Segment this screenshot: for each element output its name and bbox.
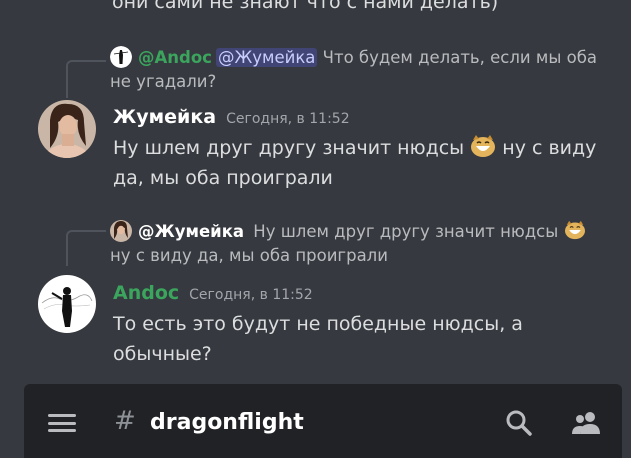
- reply-preview[interactable]: @Жумейка Ну шлем друг другу значит нюдсы…: [110, 220, 600, 268]
- reply-spine: [66, 230, 106, 266]
- laughing-doge-emoji-icon[interactable]: [470, 134, 496, 158]
- message-author[interactable]: Жумейка: [113, 106, 216, 128]
- message-text: То есть это будут не победные нюдсы, а о…: [113, 313, 523, 365]
- avatar[interactable]: [38, 275, 96, 333]
- message-content: То есть это будут не победные нюдсы, а о…: [113, 309, 623, 369]
- channel-hash-icon: #: [114, 406, 136, 436]
- message-text: да, мы оба проиграли: [113, 167, 333, 189]
- message-text: ну с виду: [502, 137, 597, 159]
- message-content: Ну шлем друг другу значит нюдсы ну с вид…: [113, 133, 613, 193]
- message-text: Ну шлем друг другу значит нюдсы: [113, 137, 465, 159]
- reply-text: ну: [110, 246, 131, 265]
- reply-author[interactable]: @Жумейка: [138, 222, 244, 241]
- channel-header: # dragonflight: [24, 384, 622, 458]
- reply-text: Ну шлем друг другу значит нюдсы: [253, 222, 559, 241]
- laughing-doge-emoji-icon: [564, 220, 586, 240]
- reply-author[interactable]: @Andoc: [138, 48, 212, 67]
- reply-spine: [66, 60, 106, 98]
- channel-name[interactable]: dragonflight: [150, 410, 304, 435]
- message-author[interactable]: Andoc: [113, 282, 179, 304]
- message-timestamp: Сегодня, в 11:52: [189, 287, 313, 303]
- reply-avatar: [110, 220, 132, 242]
- previous-message-text: они сами не знают что с нами делать): [112, 0, 499, 13]
- message-timestamp: Сегодня, в 11:52: [226, 111, 350, 127]
- search-icon[interactable]: [504, 408, 534, 438]
- avatar[interactable]: [38, 100, 96, 158]
- reply-avatar: [110, 46, 132, 68]
- menu-icon[interactable]: [48, 414, 76, 432]
- reply-preview[interactable]: @Andoc @Жумейка Что будем делать, если мы…: [110, 46, 600, 94]
- mention[interactable]: @Жумейка: [215, 48, 318, 67]
- members-icon[interactable]: [570, 408, 600, 438]
- reply-text: с виду да, мы оба проиграли: [135, 246, 388, 265]
